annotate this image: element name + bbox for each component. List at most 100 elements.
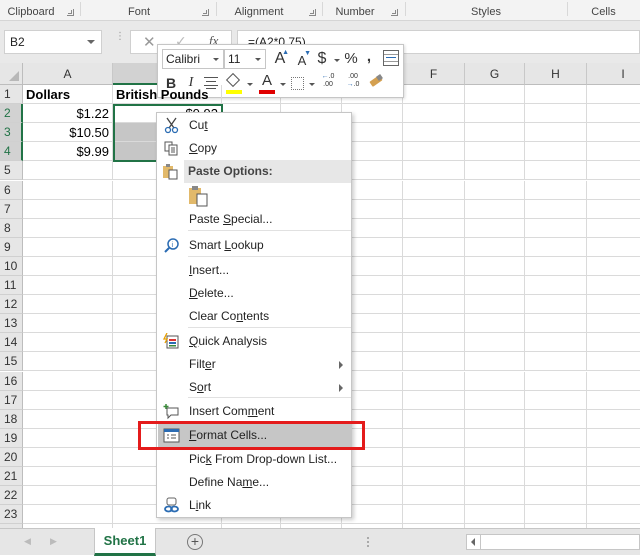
cell-g16[interactable] (465, 371, 525, 391)
cell-h2[interactable] (525, 104, 587, 124)
cell-h3[interactable] (525, 123, 587, 143)
row-header-10[interactable]: 10 (0, 256, 23, 276)
scroll-tabs-right-icon[interactable]: ▶ (50, 536, 57, 547)
cell-a15[interactable] (23, 352, 113, 372)
cell-f7[interactable] (403, 199, 465, 219)
cell-h15[interactable] (525, 352, 587, 372)
row-header-3[interactable]: 3 (0, 123, 23, 143)
cell-g4[interactable] (465, 142, 525, 162)
menu-item-insert-comment[interactable]: Insert Comment (158, 400, 351, 423)
cell-h19[interactable] (525, 428, 587, 448)
chevron-down-icon[interactable] (280, 83, 286, 86)
column-header-a[interactable]: A (23, 63, 113, 85)
cell-g11[interactable] (465, 276, 525, 296)
clipboard-launcher-icon[interactable] (67, 9, 74, 16)
borders-icon[interactable] (291, 77, 304, 90)
cell-h9[interactable] (525, 237, 587, 257)
cell-a20[interactable] (23, 447, 113, 467)
cell-h8[interactable] (525, 218, 587, 238)
menu-item-define-name[interactable]: Define Name... (158, 471, 351, 494)
cell-h10[interactable] (525, 256, 587, 276)
chevron-down-icon[interactable] (247, 83, 253, 86)
row-header-19[interactable]: 19 (0, 428, 23, 448)
cell-a6[interactable] (23, 180, 113, 200)
cell-a17[interactable] (23, 390, 113, 410)
cell-h5[interactable] (525, 161, 587, 181)
decrease-decimal-button[interactable]: .00 →.0 (344, 73, 362, 93)
row-header-8[interactable]: 8 (0, 218, 23, 238)
menu-item-pick-from-drop-down-list[interactable]: Pick From Drop-down List... (158, 448, 351, 471)
cell-a11[interactable] (23, 276, 113, 296)
cell-f8[interactable] (403, 218, 465, 238)
cell-f22[interactable] (403, 486, 465, 506)
cell-g6[interactable] (465, 180, 525, 200)
cell-i10[interactable] (587, 257, 640, 276)
cell-i23[interactable] (587, 505, 640, 525)
row-header-15[interactable]: 15 (0, 352, 23, 372)
cell-f4[interactable] (403, 142, 465, 162)
cell-g9[interactable] (465, 237, 525, 257)
font-launcher-icon[interactable] (202, 9, 209, 16)
cell-g1[interactable] (465, 85, 525, 105)
menu-item-paste-special[interactable]: Paste Special... (158, 208, 351, 231)
cell-g8[interactable] (465, 218, 525, 238)
cell-i21[interactable] (587, 467, 640, 487)
row-header-13[interactable]: 13 (0, 314, 23, 334)
column-header-h[interactable]: H (525, 63, 587, 85)
row-header-4[interactable]: 4 (0, 142, 23, 162)
row-header-14[interactable]: 14 (0, 333, 23, 353)
row-header-16[interactable]: 16 (0, 371, 23, 391)
menu-item-quick-analysis[interactable]: Quick Analysis (158, 330, 351, 353)
row-header-7[interactable]: 7 (0, 199, 23, 219)
cell-a18[interactable] (23, 409, 113, 429)
alignment-launcher-icon[interactable] (309, 9, 316, 16)
cell-f3[interactable] (403, 123, 465, 143)
cell-g13[interactable] (465, 314, 525, 334)
cell-g17[interactable] (465, 390, 525, 410)
cell-i18[interactable] (587, 410, 640, 429)
column-header-f[interactable]: F (403, 63, 465, 85)
cell-i14[interactable] (587, 333, 640, 353)
cell-g10[interactable] (465, 256, 525, 276)
increase-font-size-button[interactable]: A ▲ (272, 49, 289, 69)
cell-f17[interactable] (403, 390, 465, 410)
cell-h17[interactable] (525, 390, 587, 410)
horizontal-scrollbar[interactable] (466, 534, 640, 550)
wrap-text-icon[interactable] (383, 50, 399, 66)
cell-a9[interactable] (23, 237, 113, 257)
column-header-g[interactable]: G (465, 63, 525, 85)
add-sheet-button[interactable]: + (187, 534, 203, 550)
font-color-button[interactable]: A (259, 71, 275, 94)
cell-a4[interactable]: $9.99 (23, 142, 113, 162)
format-painter-icon[interactable] (368, 74, 384, 89)
cell-f1[interactable] (403, 85, 465, 105)
cell-h1[interactable] (525, 85, 587, 105)
cell-f5[interactable] (403, 161, 465, 181)
row-header-11[interactable]: 11 (0, 276, 23, 296)
cell-f11[interactable] (403, 276, 465, 296)
tab-split-handle[interactable] (367, 537, 369, 547)
cell-g20[interactable] (465, 447, 525, 467)
cell-i12[interactable] (587, 295, 640, 315)
cell-f15[interactable] (403, 352, 465, 372)
cell-g15[interactable] (465, 352, 525, 372)
menu-item-smart-lookup[interactable]: i Smart Lookup (158, 234, 351, 257)
cell-h14[interactable] (525, 333, 587, 353)
row-header-20[interactable]: 20 (0, 447, 23, 467)
cell-i3[interactable] (587, 123, 640, 143)
cell-a14[interactable] (23, 333, 113, 353)
cell-g18[interactable] (465, 409, 525, 429)
cell-a1[interactable]: Dollars (23, 85, 113, 105)
cell-i9[interactable] (587, 238, 640, 257)
cell-i11[interactable] (587, 276, 640, 296)
menu-item-delete[interactable]: Delete... (158, 282, 351, 305)
cell-f10[interactable] (403, 256, 465, 276)
decrease-font-size-button[interactable]: A ▼ (295, 50, 311, 71)
row-header-22[interactable]: 22 (0, 486, 23, 506)
comma-style-button[interactable]: , (364, 47, 374, 67)
cell-h12[interactable] (525, 295, 587, 315)
cell-i8[interactable] (587, 219, 640, 238)
cell-f12[interactable] (403, 295, 465, 315)
name-box[interactable]: B2 (4, 30, 102, 54)
row-header-2[interactable]: 2 (0, 104, 23, 124)
